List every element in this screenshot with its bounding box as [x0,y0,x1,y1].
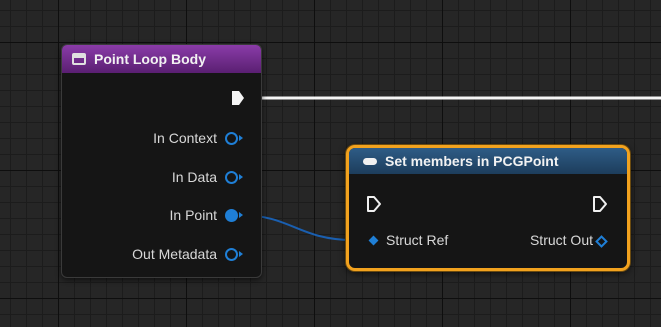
pin-circle-icon[interactable] [225,247,238,261]
pin-label: In Point [169,207,217,223]
pin-in-context[interactable]: In Context [153,130,243,146]
pin-in-point[interactable]: In Point [170,207,243,223]
pin-arrow-icon [239,251,243,257]
struct-out-label: Struct Out [529,232,593,248]
set-members-node[interactable]: Set members in PCGPoint Struct Ref Struc… [346,145,630,271]
pin-in-data[interactable]: In Data [172,169,243,185]
exec-output-pin-icon[interactable] [592,195,608,213]
pin-circle-icon[interactable] [225,131,238,145]
pin-out-metadata[interactable]: Out Metadata [132,246,243,262]
function-icon [72,53,86,65]
exec-output-pin-icon[interactable] [231,90,245,106]
pin-circle-filled-icon[interactable] [225,208,238,222]
pin-label: Out Metadata [132,246,217,262]
struct-out-pin-icon[interactable] [595,235,608,248]
pin-arrow-icon [239,135,243,141]
node-header[interactable]: Point Loop Body [62,45,261,73]
struct-ref-label: Struct Ref [386,232,449,248]
pin-label: In Data [171,169,217,185]
node-header[interactable]: Set members in PCGPoint [349,148,627,174]
pin-label: In Context [153,130,217,146]
point-loop-body-node[interactable]: Point Loop Body In Context In Data In Po… [61,44,262,278]
struct-ref-pin-icon[interactable] [368,235,379,246]
pin-circle-icon[interactable] [225,170,238,184]
pure-function-icon [363,157,377,165]
node-title: Set members in PCGPoint [385,153,559,169]
pin-arrow-icon [239,212,243,218]
pin-arrow-icon [239,174,243,180]
node-title: Point Loop Body [94,51,206,67]
exec-input-pin-icon[interactable] [366,195,382,213]
